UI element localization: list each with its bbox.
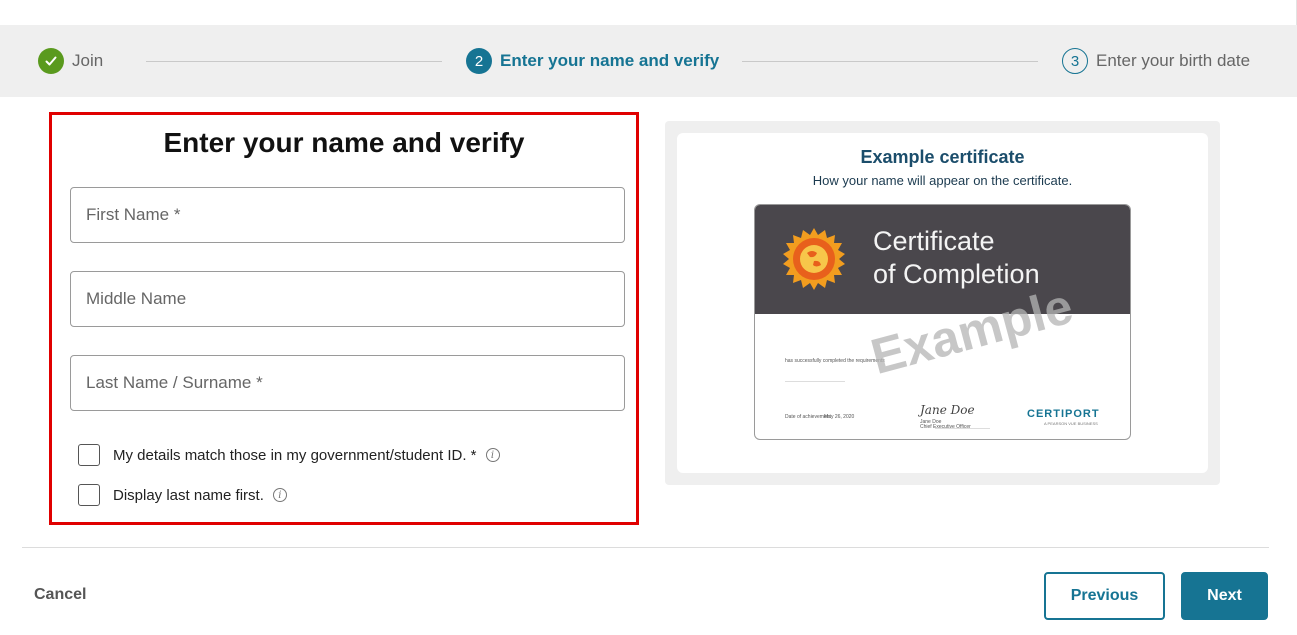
certificate-heading: Certificate of Completion bbox=[873, 225, 1040, 291]
last-name-first-row: Display last name first. i bbox=[78, 484, 287, 506]
info-icon[interactable]: i bbox=[272, 488, 287, 502]
cancel-button[interactable]: Cancel bbox=[34, 586, 86, 604]
id-match-checkbox[interactable] bbox=[78, 444, 100, 466]
cert-rule bbox=[935, 428, 990, 429]
step-number: 3 bbox=[1062, 48, 1088, 74]
certificate-subtitle: How your name will appear on the certifi… bbox=[812, 173, 1073, 188]
step-name-verify: 2 Enter your name and verify bbox=[466, 48, 719, 74]
signature: Jane Doe bbox=[920, 403, 975, 417]
last-name-first-label[interactable]: Display last name first. bbox=[113, 487, 264, 504]
cert-rule bbox=[785, 381, 845, 382]
step-join: Join bbox=[38, 48, 103, 74]
last-name-field[interactable] bbox=[70, 355, 625, 411]
last-name-first-checkbox[interactable] bbox=[78, 484, 100, 506]
step-number: 2 bbox=[466, 48, 492, 74]
step-connector bbox=[742, 61, 1038, 62]
step-birth-date: 3 Enter your birth date bbox=[1062, 48, 1250, 74]
globe-seal-icon bbox=[783, 228, 845, 290]
footer-divider bbox=[22, 547, 1269, 548]
step-connector bbox=[146, 61, 442, 62]
signer-title: Chief Executive Officer bbox=[920, 424, 971, 430]
certificate-panel: Example certificate How your name will a… bbox=[665, 121, 1220, 485]
form-title: Enter your name and verify bbox=[163, 127, 525, 158]
id-match-row: My details match those in my government/… bbox=[78, 444, 500, 466]
date-value: May 26, 2020 bbox=[824, 414, 855, 420]
certificate-header: Certificate of Completion bbox=[755, 205, 1130, 314]
certificate-heading-line1: Certificate bbox=[873, 226, 995, 256]
certiport-logo: CERTIPORT bbox=[1027, 408, 1100, 420]
certificate-image: Certificate of Completion has successful… bbox=[754, 204, 1131, 440]
step-label: Enter your birth date bbox=[1096, 51, 1251, 70]
completed-text: has successfully completed the requireme… bbox=[785, 358, 885, 364]
middle-name-field[interactable] bbox=[70, 271, 625, 327]
info-icon[interactable]: i bbox=[485, 448, 500, 462]
top-strip bbox=[0, 0, 1297, 25]
step-label: Join bbox=[72, 51, 104, 70]
previous-button[interactable]: Previous bbox=[1044, 572, 1165, 620]
certiport-logo-sub: A PEARSON VUE BUSINESS bbox=[1044, 421, 1098, 426]
certificate-preview: Example certificate How your name will a… bbox=[677, 133, 1208, 473]
first-name-input[interactable] bbox=[71, 188, 624, 242]
certificate-heading-line2: of Completion bbox=[873, 259, 1040, 289]
name-form-panel: Enter your name and verify My details ma… bbox=[49, 112, 639, 525]
step-label: Enter your name and verify bbox=[500, 51, 720, 70]
last-name-input[interactable] bbox=[71, 356, 624, 410]
certificate-title: Example certificate bbox=[860, 147, 1025, 167]
check-icon bbox=[38, 48, 64, 74]
first-name-field[interactable] bbox=[70, 187, 625, 243]
id-match-label[interactable]: My details match those in my government/… bbox=[113, 447, 477, 464]
progress-stepper: Join 2 Enter your name and verify 3 Ente… bbox=[0, 25, 1297, 97]
next-button[interactable]: Next bbox=[1181, 572, 1268, 620]
middle-name-input[interactable] bbox=[71, 272, 624, 326]
